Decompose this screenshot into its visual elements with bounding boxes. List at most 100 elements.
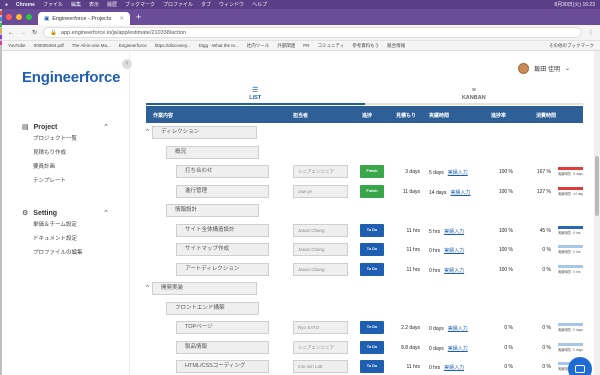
enter-actual-link[interactable]: 実績入力 (448, 346, 468, 352)
assignee-field[interactable]: Jason Chang (293, 243, 348, 256)
collapse-toggle-icon[interactable]: ^ (146, 285, 149, 291)
reload-icon[interactable]: ↻ (32, 29, 37, 36)
status-badge[interactable]: To Do (360, 360, 384, 373)
enter-actual-link[interactable]: 実績入力 (451, 190, 471, 196)
consumption-bar-label: 実績時間 : 5 hrs (558, 230, 581, 235)
assignee-field[interactable]: zaw ye (293, 184, 348, 198)
bookmark-item[interactable]: 参考資料もう (352, 43, 379, 49)
task-name-field[interactable]: フロントエンド構築 (166, 301, 259, 315)
actual-value: 0 days (429, 345, 444, 352)
page-scrollbar[interactable] (594, 51, 600, 375)
status-badge[interactable]: To Do (360, 243, 384, 256)
menu-clock[interactable]: 8月30日(火) 16:23 (554, 1, 595, 8)
apple-icon[interactable]: ● (5, 2, 8, 8)
main-content: 飯田 佳明 ⌄ ☰ LIST ≡ KANBAN 作業内容 担当者 進捗 見積もり… (130, 51, 600, 375)
nav-item-templates[interactable]: テンプレート (33, 174, 109, 188)
task-name-field[interactable]: 開発実装 (152, 282, 257, 295)
task-name-field[interactable]: TOPページ (176, 321, 269, 334)
task-name-field[interactable]: 情報設計 (166, 204, 259, 217)
bookmark-item[interactable]: https://discovery... (155, 43, 191, 48)
estimate-value: 3 days (405, 169, 420, 175)
zoom-window-button[interactable] (26, 14, 32, 20)
chat-button[interactable] (568, 357, 592, 375)
nav-item-project-list[interactable]: プロジェクト一覧 (33, 132, 109, 146)
bookmark-item[interactable]: PR (303, 43, 309, 48)
tab-kanban[interactable]: ≡ KANBAN (364, 84, 583, 105)
task-name-field[interactable]: 製品情報 (176, 340, 269, 354)
task-name-field[interactable]: 進行管理 (176, 184, 269, 198)
bookmark-item[interactable]: 社内ツール (247, 43, 270, 49)
status-badge[interactable]: Finish (360, 184, 384, 198)
bookmark-item[interactable]: 競合情報 (387, 43, 405, 49)
status-badge[interactable]: To Do (360, 340, 384, 354)
forward-icon[interactable]: → (20, 30, 26, 36)
scrollbar-thumb[interactable] (595, 156, 599, 216)
progress-value: 100 % (498, 266, 513, 273)
menu-app-name[interactable]: Chrome (16, 2, 35, 8)
enter-actual-link[interactable]: 実績入力 (444, 268, 464, 274)
enter-actual-link[interactable]: 実績入力 (444, 248, 464, 254)
nav-item-create-estimate[interactable]: 見積もり作成 (33, 146, 109, 160)
task-name-field[interactable]: サイト全体構造設計 (176, 223, 269, 237)
nav-head-setting[interactable]: ⚙ Setting ⌃ (22, 208, 109, 218)
bookmark-item[interactable]: 000005394.pdf (34, 43, 64, 48)
back-icon[interactable]: ← (8, 30, 14, 36)
enter-actual-link[interactable]: 実績入力 (448, 326, 468, 332)
menu-file[interactable]: ファイル (43, 1, 63, 8)
assignee-field[interactable]: Ryo SATO (293, 321, 348, 334)
task-name-field[interactable]: サイトマップ作成 (176, 243, 269, 256)
user-menu[interactable]: 飯田 佳明 ⌄ (518, 63, 570, 74)
nav-item-staffing-plan[interactable]: 要員計画 (33, 160, 109, 174)
collapse-toggle-icon[interactable]: ^ (146, 129, 149, 135)
browser-tab[interactable]: ▣ Engineerforce - Projects ✕ (38, 12, 130, 25)
task-name-field[interactable]: HTML/CSSコーディング (176, 360, 269, 373)
enter-actual-link[interactable]: 実績入力 (448, 170, 468, 176)
url-field[interactable]: 🔒 app.engineerforce.io/ja/app/estimate/2… (43, 27, 582, 38)
bookmark-item[interactable]: The All-in-one Ma... (72, 43, 111, 48)
assignee-field[interactable]: シニアエンジニア (293, 165, 348, 178)
menu-bookmarks[interactable]: ブックマーク (125, 1, 155, 8)
status-badge[interactable]: Finish (360, 165, 384, 178)
enter-actual-link[interactable]: 実績入力 (444, 365, 464, 371)
nav-item-document-settings[interactable]: ドキュメント設定 (33, 232, 109, 246)
new-tab-button[interactable]: + (136, 12, 141, 22)
assignee-field[interactable]: Jason Chang (293, 262, 348, 276)
nav-item-rate-team[interactable]: 単価＆チーム設定 (33, 218, 109, 232)
chevron-down-icon: ⌄ (564, 66, 570, 72)
other-bookmarks[interactable]: その他のブックマーク (549, 43, 594, 49)
bookmark-item[interactable]: YouTube (8, 43, 26, 48)
menu-profiles[interactable]: プロファイル (163, 1, 193, 8)
nav-head-project[interactable]: ▤ Project ⌃ (22, 122, 109, 132)
extensions-icon[interactable]: ⋮ (588, 29, 594, 36)
close-tab-icon[interactable]: ✕ (119, 16, 124, 22)
menu-edit[interactable]: 編集 (71, 1, 81, 8)
status-badge[interactable]: To Do (360, 223, 384, 237)
menu-tab[interactable]: タブ (201, 1, 211, 8)
bookmark-item[interactable]: コミュニティ (318, 43, 345, 49)
task-name-field[interactable]: 概況 (166, 145, 259, 159)
status-badge[interactable]: To Do (360, 262, 384, 276)
task-name-field[interactable]: 打ち合わせ (176, 165, 269, 178)
col-header-estimate: 見積もり (396, 113, 417, 119)
bookmark-item[interactable]: Digg - What the In... (199, 43, 239, 48)
status-badge[interactable]: To Do (360, 321, 384, 334)
chevron-up-icon: ⌃ (103, 210, 109, 217)
nav-item-edit-profile[interactable]: プロファイルの編集 (33, 246, 109, 260)
task-name-field[interactable]: アートディレクション (176, 262, 269, 276)
minimize-window-button[interactable] (16, 14, 22, 20)
assignee-field[interactable]: min min Latt (293, 360, 348, 373)
assignee-field[interactable]: Jason Chang (293, 223, 348, 237)
menu-view[interactable]: 表示 (89, 1, 99, 8)
actual-cell: 0 days 実績入力 (429, 325, 468, 332)
app-logo[interactable]: Engineerforce (22, 69, 120, 86)
close-window-button[interactable] (6, 14, 12, 20)
menu-window[interactable]: ウィンドウ (219, 1, 244, 8)
menu-history[interactable]: 履歴 (107, 1, 117, 8)
enter-actual-link[interactable]: 実績入力 (444, 229, 464, 235)
task-name-field[interactable]: ディレクション (152, 126, 257, 139)
menu-help[interactable]: ヘルプ (252, 1, 267, 8)
tab-list[interactable]: ☰ LIST (146, 84, 365, 105)
bookmark-item[interactable]: 外部関連 (277, 43, 295, 49)
assignee-field[interactable]: シニアエンジニア (293, 340, 348, 354)
bookmark-item[interactable]: Engineerforce (119, 43, 147, 48)
